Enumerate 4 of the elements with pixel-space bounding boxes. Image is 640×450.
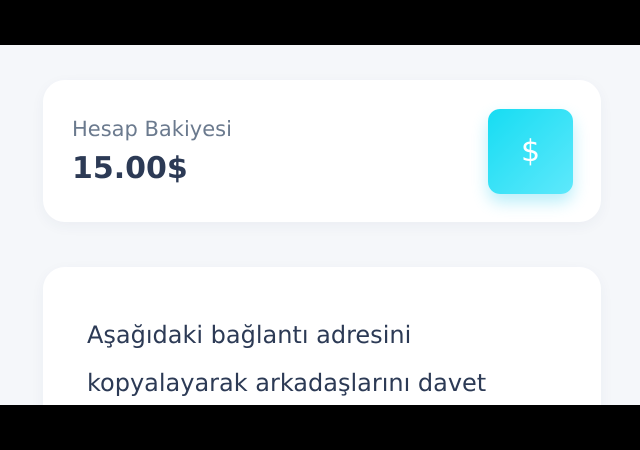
dollar-icon: $ [488,108,573,194]
invite-text: Aşağıdaki bağlantı adresini kopyalayarak arkadaşlarını davet [87,320,488,399]
balance-amount: 15.00$ [72,150,189,186]
balance-label: Hesap Bakiyesi [72,116,232,140]
